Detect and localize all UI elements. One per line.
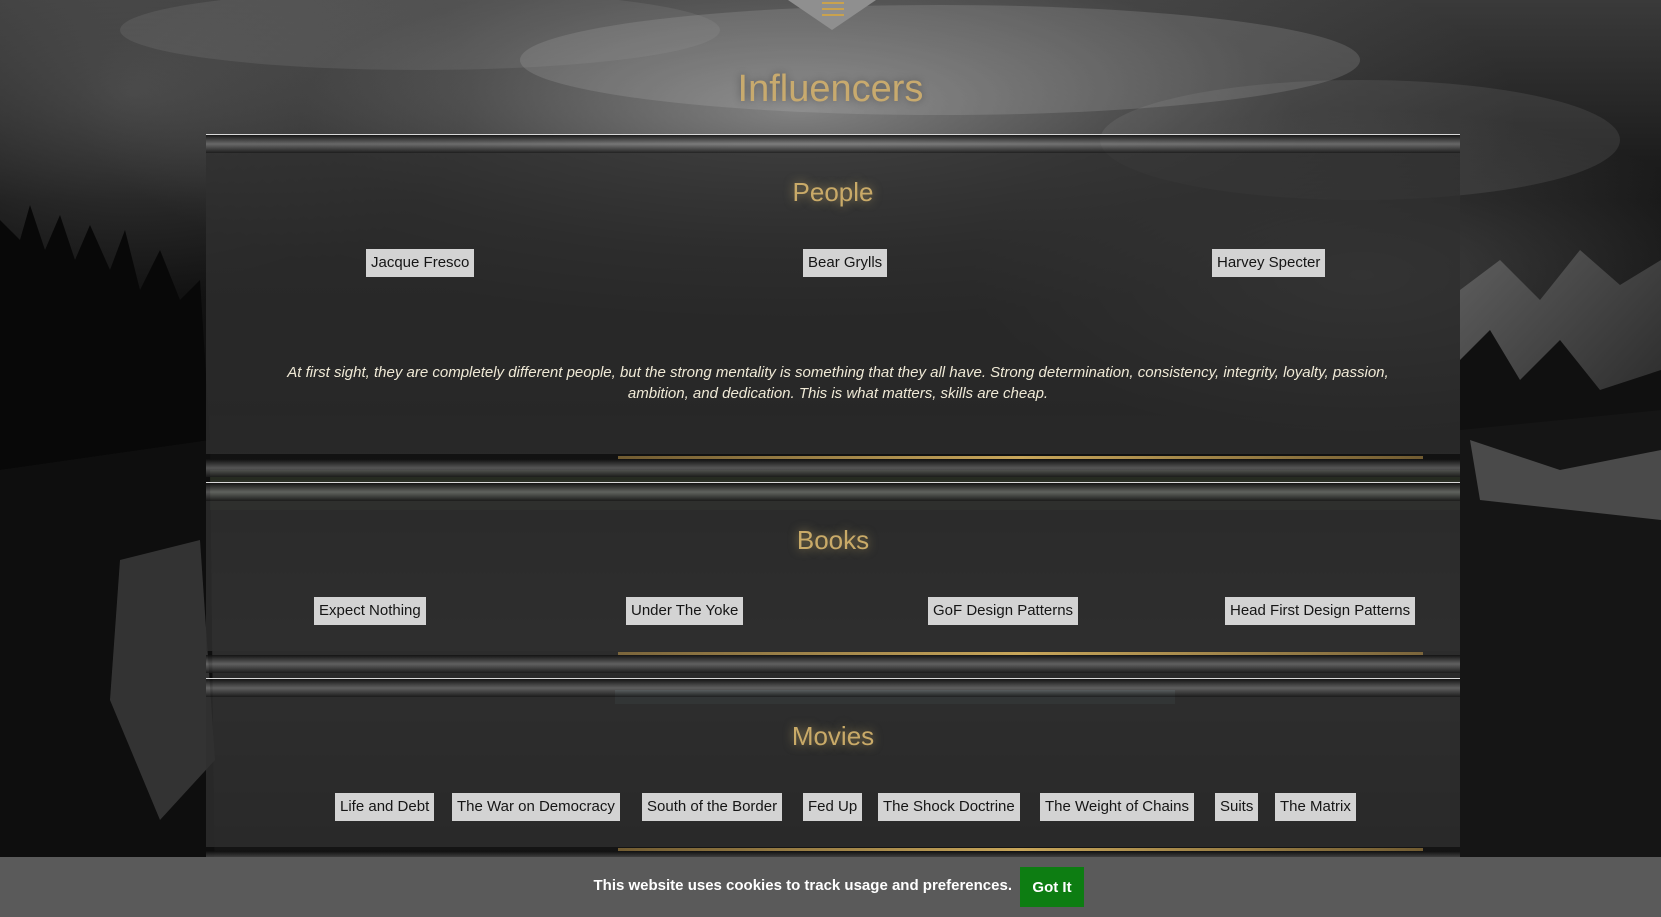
movie-chip[interactable]: Suits <box>1215 793 1259 821</box>
section-edge <box>206 459 1460 477</box>
movie-chip[interactable]: The Weight of Chains <box>1040 793 1194 821</box>
movies-section: Movies Life and Debt The War on Democrac… <box>206 678 1460 874</box>
person-chip[interactable]: Bear Grylls <box>803 249 888 277</box>
books-section: Books Expect Nothing Under The Yoke GoF … <box>206 482 1460 678</box>
section-title-books: Books <box>796 525 870 555</box>
cookie-accept-button[interactable]: Got It <box>1020 867 1084 907</box>
section-edge <box>206 483 1460 501</box>
section-edge <box>206 135 1460 153</box>
section-edge <box>206 655 1460 673</box>
person-chip[interactable]: Jacque Fresco <box>366 249 475 277</box>
section-panel <box>206 501 1460 651</box>
section-edge <box>206 679 1460 697</box>
book-chip[interactable]: Head First Design Patterns <box>1225 597 1416 625</box>
section-title-people: People <box>792 177 874 207</box>
people-quote: At first sight, they are completely diff… <box>287 364 1389 402</box>
movie-chip[interactable]: The Shock Doctrine <box>878 793 1020 821</box>
movie-chip[interactable]: Life and Debt <box>335 793 435 821</box>
section-title-movies: Movies <box>791 721 875 751</box>
book-chip[interactable]: Under The Yoke <box>626 597 744 625</box>
section-panel <box>206 697 1460 847</box>
movie-chip[interactable]: Fed Up <box>803 793 863 821</box>
people-section: People Jacque Fresco Bear Grylls Harvey … <box>206 134 1460 482</box>
book-chip[interactable]: Expect Nothing <box>314 597 426 625</box>
person-chip[interactable]: Harvey Specter <box>1212 249 1326 277</box>
page-title: Influencers <box>737 68 924 110</box>
movie-chip[interactable]: The Matrix <box>1275 793 1356 821</box>
movie-chip[interactable]: The War on Democracy <box>452 793 620 821</box>
hamburger-menu-icon[interactable] <box>822 2 844 16</box>
book-chip[interactable]: GoF Design Patterns <box>928 597 1079 625</box>
cookie-message: This website uses cookies to track usage… <box>593 877 1013 894</box>
movie-chip[interactable]: South of the Border <box>642 793 783 821</box>
cookie-consent-bar: This website uses cookies to track usage… <box>0 857 1661 917</box>
